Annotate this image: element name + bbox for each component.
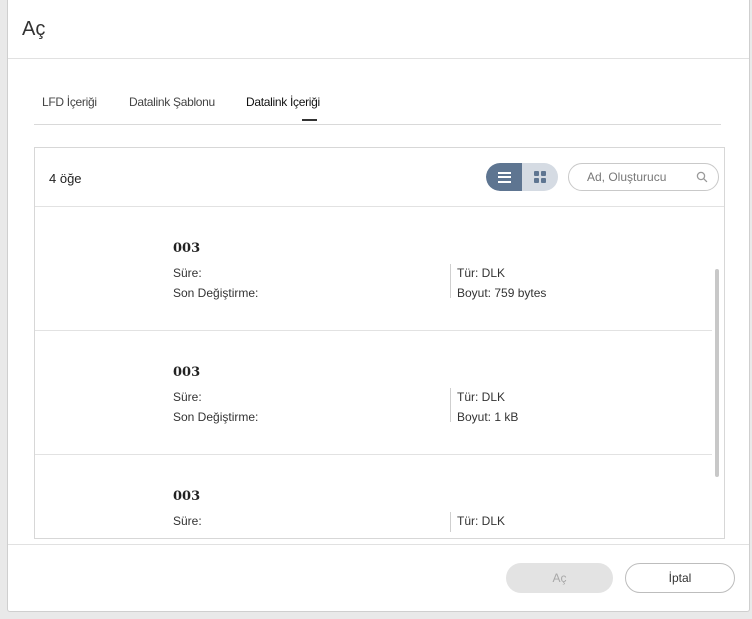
type-value: Tür: DLK [457,514,506,528]
divider [8,58,749,59]
dialog-title: Aç [22,18,46,40]
panel-header: 4 öğe [35,148,724,207]
list-icon [497,171,511,183]
content-panel: 4 öğe 003 Süre: Son D [34,147,725,539]
grid-view-button[interactable] [522,163,558,191]
column-divider [450,264,451,298]
list-item[interactable]: 003 Süre: Son Değiştirme: Tür: DLK Boyut… [35,331,712,455]
open-dialog: Aç LFD İçeriği Datalink Şablonu Datalink… [7,0,750,612]
grid-icon [534,171,546,183]
size-value: Boyut: 1 kB [457,410,519,424]
item-count: 4 öğe [49,171,82,186]
search-icon[interactable] [696,171,708,183]
type-value: Tür: DLK [457,390,506,404]
search-box [568,163,719,191]
modified-label: Son Değiştirme: [173,410,259,424]
list-item[interactable]: 003 Süre: Tür: DLK [35,455,712,538]
item-name: 003 [173,489,201,504]
tab-datalink-template[interactable]: Datalink Şablonu [129,95,215,109]
scrollbar[interactable] [715,269,719,477]
item-name: 003 [173,241,201,256]
view-mode-toggle [486,163,558,191]
tab-bar: LFD İçeriği Datalink Şablonu Datalink İç… [34,92,721,125]
divider [8,544,749,545]
size-value: Boyut: 759 bytes [457,286,547,300]
tab-lfd-content[interactable]: LFD İçeriği [42,95,97,109]
tab-datalink-content[interactable]: Datalink İçeriği [246,95,320,109]
active-tab-indicator [302,119,317,121]
duration-label: Süre: [173,390,202,404]
cancel-button[interactable]: İptal [625,563,735,593]
list-view-button[interactable] [486,163,522,191]
duration-label: Süre: [173,514,202,528]
list-item[interactable]: 003 Süre: Son Değiştirme: Tür: DLK Boyut… [35,207,712,331]
item-list: 003 Süre: Son Değiştirme: Tür: DLK Boyut… [35,207,724,538]
type-value: Tür: DLK [457,266,506,280]
search-input[interactable] [585,169,694,185]
open-button[interactable]: Aç [506,563,613,593]
item-name: 003 [173,365,201,380]
modified-label: Son Değiştirme: [173,286,259,300]
duration-label: Süre: [173,266,202,280]
column-divider [450,388,451,422]
column-divider [450,512,451,532]
